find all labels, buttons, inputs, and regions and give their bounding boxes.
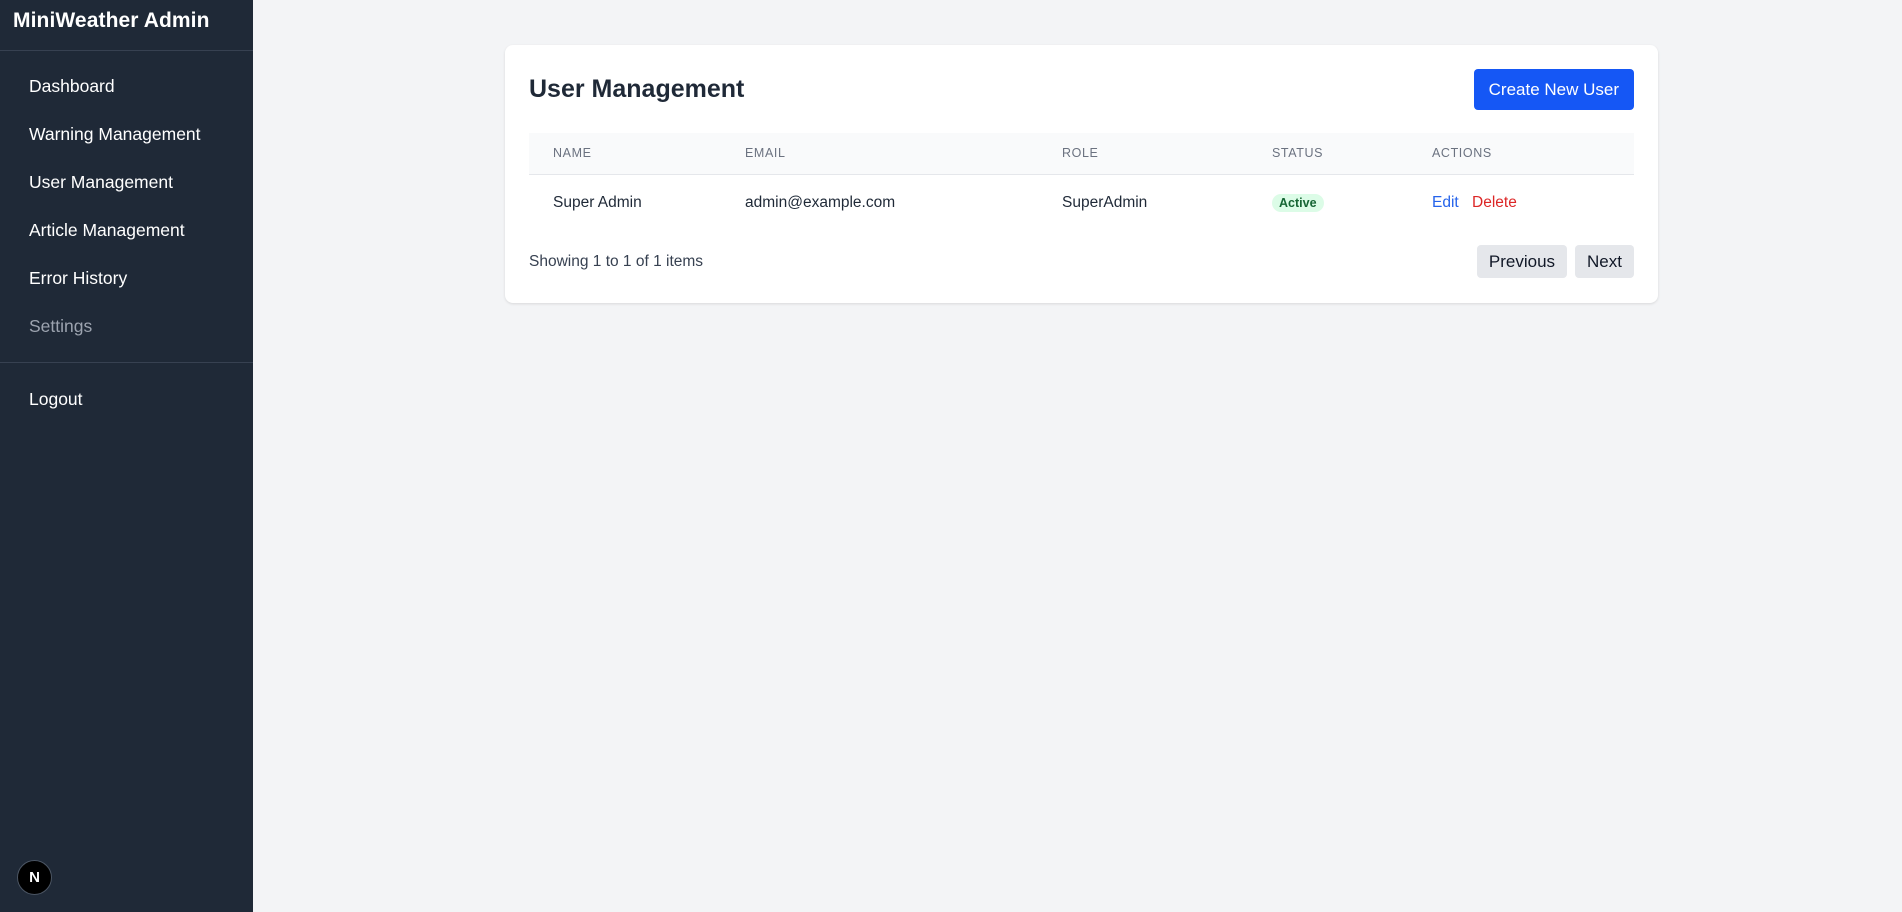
cell-email: admin@example.com [745, 194, 896, 212]
pagination-summary: Showing 1 to 1 of 1 items [529, 252, 704, 270]
cell-status: Active [1272, 174, 1432, 232]
table-row: Super Admin admin@example.com SuperAdmin… [529, 174, 1634, 232]
table-header-row: NAME EMAIL ROLE STATUS ACTIONS [529, 133, 1634, 175]
pagination-controls: Previous Next [1476, 245, 1634, 278]
sidebar-item-dashboard[interactable]: Dashboard [0, 62, 253, 110]
main-content: User Management Create New User NAME EMA… [253, 0, 1902, 912]
column-header-name: NAME [529, 133, 745, 175]
page-title: User Management [529, 75, 745, 103]
delete-link[interactable]: Delete [1472, 194, 1517, 211]
next-page-button[interactable]: Next [1575, 245, 1634, 278]
app-root: MiniWeather Admin Dashboard Warning Mana… [0, 0, 1902, 912]
logout-button[interactable]: Logout [0, 375, 253, 423]
pagination-footer: Showing 1 to 1 of 1 items Previous Next [529, 245, 1634, 278]
create-new-user-button[interactable]: Create New User [1473, 69, 1634, 110]
column-header-email: EMAIL [745, 133, 1062, 175]
status-badge: Active [1272, 194, 1324, 213]
card-header: User Management Create New User [529, 69, 1634, 110]
column-header-role: ROLE [1062, 133, 1272, 175]
previous-page-button[interactable]: Previous [1476, 245, 1568, 278]
sidebar-item-settings[interactable]: Settings [0, 302, 253, 350]
sidebar-divider [0, 362, 253, 363]
users-table: NAME EMAIL ROLE STATUS ACTIONS Super Adm… [529, 133, 1634, 232]
brand-title: MiniWeather Admin [0, 0, 253, 51]
sidebar-nav: Dashboard Warning Management User Manage… [0, 51, 253, 350]
sidebar: MiniWeather Admin Dashboard Warning Mana… [0, 0, 253, 912]
cell-role: SuperAdmin [1062, 194, 1148, 212]
user-management-card: User Management Create New User NAME EMA… [505, 45, 1658, 303]
sidebar-item-warning-management[interactable]: Warning Management [0, 110, 253, 158]
cell-actions: Edit Delete [1432, 174, 1634, 232]
next-dev-badge-icon[interactable]: N [17, 860, 52, 895]
sidebar-item-article-management[interactable]: Article Management [0, 206, 253, 254]
sidebar-item-error-history[interactable]: Error History [0, 254, 253, 302]
edit-link[interactable]: Edit [1432, 194, 1459, 211]
cell-name: Super Admin [553, 194, 642, 212]
column-header-status: STATUS [1272, 133, 1432, 175]
column-header-actions: ACTIONS [1432, 133, 1634, 175]
sidebar-item-user-management[interactable]: User Management [0, 158, 253, 206]
